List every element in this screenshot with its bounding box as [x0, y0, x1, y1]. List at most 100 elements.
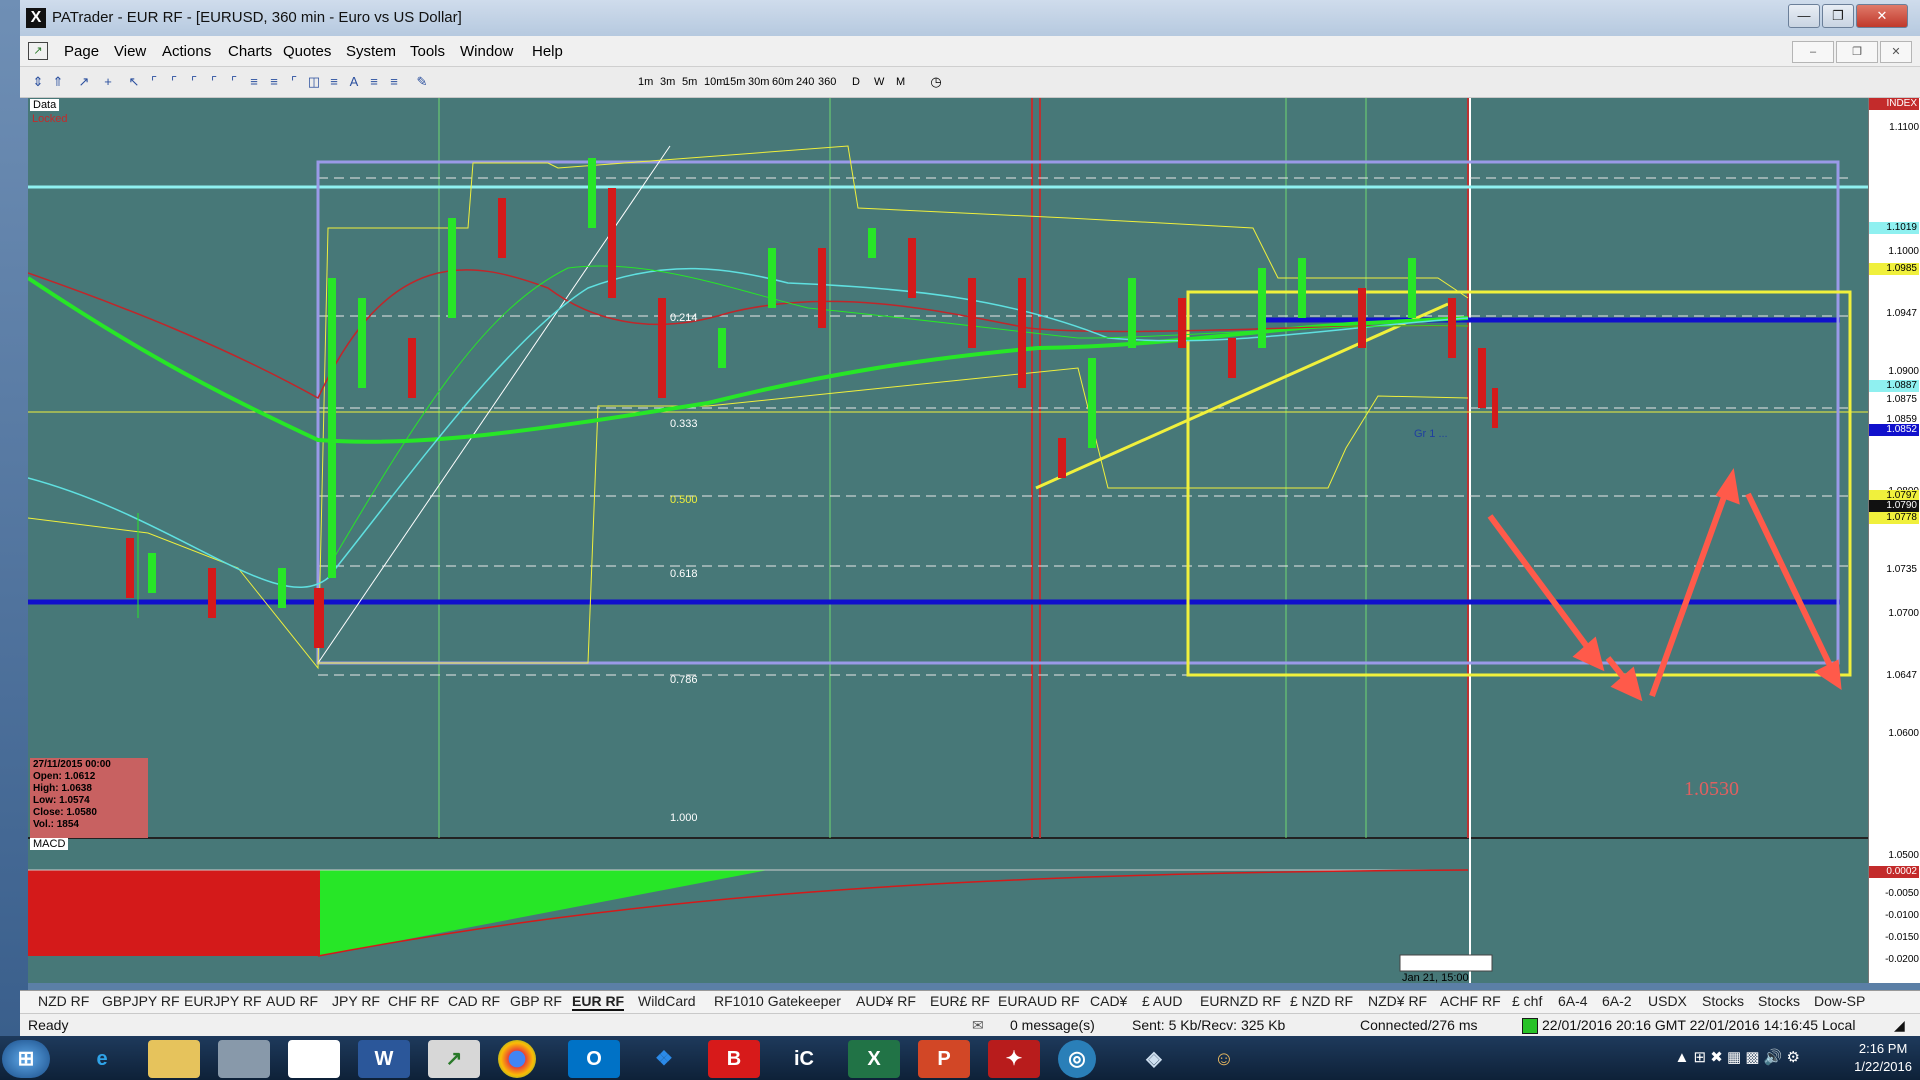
menu-quotes[interactable]: Quotes [283, 43, 331, 60]
tab-eurjpy-rf[interactable]: EURJPY RF [184, 993, 262, 1009]
timeframe-daily[interactable]: D [852, 76, 860, 88]
menu-page[interactable]: Page [64, 43, 99, 60]
mdi-close-button[interactable]: ✕ [1880, 41, 1912, 63]
mdi-restore-button[interactable]: ❐ [1836, 41, 1878, 63]
outlook-icon[interactable]: O [568, 1040, 620, 1078]
window-app-icon[interactable] [288, 1040, 340, 1078]
tab-gbpjpy-rf[interactable]: GBPJPY RF [102, 993, 180, 1009]
shield-app-icon[interactable]: ✦ [988, 1040, 1040, 1078]
calendar-app-icon[interactable] [218, 1040, 270, 1078]
trend-line-icon[interactable]: ⌜ [186, 74, 202, 90]
chart-menu-icon[interactable]: ↗ [28, 42, 48, 60]
tab-eur-rf[interactable]: EUR RF [572, 993, 625, 1011]
excel-icon[interactable]: X [848, 1040, 900, 1078]
teamviewer-icon[interactable]: ◎ [1058, 1040, 1096, 1078]
channel-icon[interactable]: ⌜ [206, 74, 222, 90]
candles-icon[interactable]: ≡ [386, 74, 402, 90]
tab-6a-4[interactable]: 6A-4 [1558, 993, 1588, 1009]
tab-aud-rf[interactable]: AUD RF [266, 993, 318, 1009]
file-explorer-icon[interactable] [148, 1040, 200, 1078]
ic-app-icon[interactable]: iC [778, 1040, 830, 1078]
timeframe-15m[interactable]: 15m [724, 76, 745, 88]
price-axis[interactable]: INDEX 1.1100 1.1000 1.0900 1.0800 1.0700… [1868, 98, 1920, 983]
menu-help[interactable]: Help [532, 43, 563, 60]
tab-audyen-rf[interactable]: AUD¥ RF [856, 993, 916, 1009]
tab-eurgbp-rf[interactable]: EUR£ RF [930, 993, 990, 1009]
pitchfork-icon[interactable]: ≡ [326, 74, 342, 90]
mail-icon[interactable]: ✉ [972, 1017, 984, 1034]
fib-fan-icon[interactable]: ⌜ [226, 74, 242, 90]
timeframe-3m[interactable]: 3m [660, 76, 675, 88]
zoom-out-icon[interactable]: ⇑ [50, 74, 66, 90]
clock-icon[interactable]: ◷ [928, 74, 944, 90]
horizontal-line-icon[interactable]: ⌜ [146, 74, 162, 90]
chart-style-icon[interactable]: ↗ [76, 74, 92, 90]
cursor-icon[interactable]: ↖ [126, 74, 142, 90]
gann-grid-icon[interactable]: ◫ [306, 74, 322, 90]
word-icon[interactable]: W [358, 1040, 410, 1078]
tab-nzdyen-rf[interactable]: NZD¥ RF [1368, 993, 1427, 1009]
menu-tools[interactable]: Tools [410, 43, 445, 60]
close-button[interactable]: ✕ [1856, 4, 1908, 28]
timeframe-monthly[interactable]: M [896, 76, 905, 88]
start-button-icon[interactable]: ⊞ [2, 1040, 50, 1078]
menu-charts[interactable]: Charts [228, 43, 272, 60]
powerpoint-icon[interactable]: P [918, 1040, 970, 1078]
timeframe-weekly[interactable]: W [874, 76, 884, 88]
network-app-icon[interactable]: ◈ [1128, 1040, 1180, 1078]
tab-gbp-aud[interactable]: £ AUD [1142, 993, 1182, 1009]
menu-window[interactable]: Window [460, 43, 513, 60]
tab-rf1010-gatekeeper[interactable]: RF1010 Gatekeeper [714, 993, 841, 1009]
menu-system[interactable]: System [346, 43, 396, 60]
tab-achf-rf[interactable]: ACHF RF [1440, 993, 1501, 1009]
users-app-icon[interactable]: ☺ [1198, 1040, 1250, 1078]
tab-nzd-rf[interactable]: NZD RF [38, 993, 89, 1009]
tab-eurnzd-rf[interactable]: EURNZD RF [1200, 993, 1281, 1009]
dropbox-icon[interactable]: ❖ [638, 1040, 690, 1078]
restore-button[interactable]: ❐ [1822, 4, 1854, 28]
timeframe-240[interactable]: 240 [796, 76, 814, 88]
system-tray[interactable]: ▲ ⊞ ✖ ▦ ▩ 🔊 ⚙ [1675, 1048, 1800, 1066]
tab-stocks[interactable]: Stocks [1702, 993, 1744, 1009]
tab-gbp-rf[interactable]: GBP RF [510, 993, 562, 1009]
menu-view[interactable]: View [114, 43, 146, 60]
resize-grip-icon[interactable]: ◢ [1894, 1017, 1905, 1034]
menu-actions[interactable]: Actions [162, 43, 211, 60]
timeframe-360[interactable]: 360 [818, 76, 836, 88]
timeframe-30m[interactable]: 30m [748, 76, 769, 88]
tab-gbp-nzd-rf[interactable]: £ NZD RF [1290, 993, 1353, 1009]
tab-euraud-rf[interactable]: EURAUD RF [998, 993, 1080, 1009]
tab-chf-rf[interactable]: CHF RF [388, 993, 439, 1009]
timeframe-60m[interactable]: 60m [772, 76, 793, 88]
chart-area[interactable] [28, 98, 1868, 983]
draw-icon[interactable]: ✎ [414, 74, 430, 90]
tab-dow-sp[interactable]: Dow-SP [1814, 993, 1865, 1009]
patrader-taskbar-icon[interactable]: ↗ [428, 1040, 480, 1078]
price-chart[interactable] [28, 98, 1868, 983]
timeframe-1m[interactable]: 1m [638, 76, 653, 88]
tab-stocks-2[interactable]: Stocks [1758, 993, 1800, 1009]
vertical-line-icon[interactable]: ⌜ [166, 74, 182, 90]
mdi-minimize-button[interactable]: – [1792, 41, 1834, 63]
tab-cad-rf[interactable]: CAD RF [448, 993, 500, 1009]
b-app-icon[interactable]: B [708, 1040, 760, 1078]
crosshair-icon[interactable]: + [100, 74, 116, 90]
taskbar-clock[interactable]: 2:16 PM 1/22/2016 [1854, 1040, 1912, 1076]
internet-explorer-icon[interactable]: e [76, 1040, 128, 1078]
tab-6a-2[interactable]: 6A-2 [1602, 993, 1632, 1009]
tab-jpy-rf[interactable]: JPY RF [332, 993, 380, 1009]
fib-extension-icon[interactable]: ≡ [266, 74, 282, 90]
zoom-in-icon[interactable]: ⇕ [30, 74, 46, 90]
timeframe-10m[interactable]: 10m [704, 76, 725, 88]
chrome-icon[interactable] [498, 1040, 536, 1078]
timeframe-5m[interactable]: 5m [682, 76, 697, 88]
tab-gbp-chf[interactable]: £ chf [1512, 993, 1542, 1009]
fib-retracement-icon[interactable]: ≡ [246, 74, 262, 90]
tab-wildcard[interactable]: WildCard [638, 993, 696, 1009]
minimize-button[interactable]: — [1788, 4, 1820, 28]
tab-cadyen[interactable]: CAD¥ [1090, 993, 1127, 1009]
text-icon[interactable]: A [346, 74, 362, 90]
tab-usdx[interactable]: USDX [1648, 993, 1687, 1009]
gann-fan-icon[interactable]: ⌜ [286, 74, 302, 90]
bar-icon[interactable]: ≡ [366, 74, 382, 90]
